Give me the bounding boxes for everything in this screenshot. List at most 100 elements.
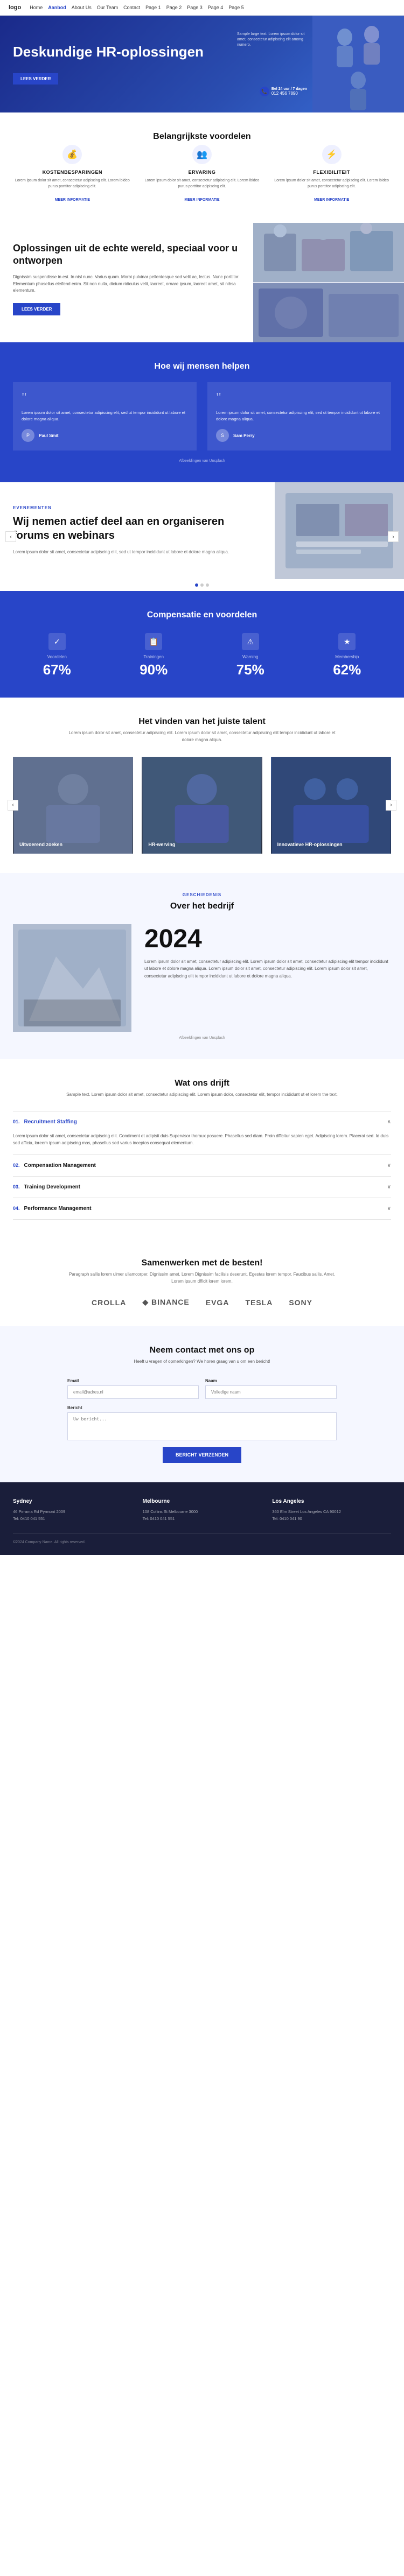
forums-dot-2[interactable]: [206, 583, 209, 587]
company-label: GESCHIEDENIS: [13, 892, 391, 897]
author-name-1: Sam Perry: [233, 433, 255, 438]
email-input[interactable]: [67, 1385, 199, 1399]
accordion-chevron-2: ∨: [387, 1184, 391, 1190]
accordion-item-2: 03. Training Development ∨: [13, 1176, 391, 1198]
talent-card-label-1: HR-werving: [148, 842, 255, 847]
footer: Sydney 46 Pirrama Rd Pyrmont 2009 Tel: 0…: [0, 1482, 404, 1555]
footer-grid: Sydney 46 Pirrama Rd Pyrmont 2009 Tel: 0…: [13, 1498, 391, 1523]
contact-form: Email Naam Bericht BERICHT VERZENDEN: [67, 1378, 337, 1463]
testimonial-footer: Afbeeldingen van Unsplash: [13, 459, 391, 463]
accordion-header-0[interactable]: 01. Recruitment Staffing ∧: [13, 1111, 391, 1132]
benefit-icon-1: 👥: [192, 145, 212, 164]
nav-page3[interactable]: Page 3: [187, 5, 203, 10]
comp-value-1: 90%: [110, 661, 198, 678]
talent-slider: ‹ Uitvoerend zoeken: [13, 757, 391, 854]
real-world-btn[interactable]: LEES VERDER: [13, 303, 60, 315]
benefit-title-1: ERVARING: [143, 170, 262, 175]
nav-home[interactable]: Home: [30, 5, 43, 10]
contact-section: Neem contact met ons op Heeft u vragen o…: [0, 1326, 404, 1482]
forums-dot-1[interactable]: [200, 583, 204, 587]
partner-logo-1: ◆ BINANCE: [142, 1298, 189, 1307]
talent-section: Het vinden van het juiste talent Lorem i…: [0, 698, 404, 873]
talent-prev-btn[interactable]: ‹: [8, 800, 18, 811]
real-world-images: [253, 223, 404, 342]
forums-desc: Lorem ipsum dolor sit amet, consectetur …: [13, 549, 262, 556]
benefit-link-1[interactable]: MEER INFORMATIE: [184, 198, 219, 202]
real-world-desc: Dignissim suspendisse in est. In nisl nu…: [13, 274, 240, 294]
benefits-title: Belangrijkste voordelen: [13, 132, 391, 142]
accordion-header-3[interactable]: 04. Performance Management ∨: [13, 1198, 391, 1219]
benefit-desc-0: Lorem ipsum dolor sit amet, consectetur …: [13, 178, 132, 189]
company-content: 2024 Lorem ipsum dolor sit amet, consect…: [144, 924, 391, 1032]
benefits-section: Belangrijkste voordelen 💰 KOSTENBESPARIN…: [0, 112, 404, 223]
navbar: logo Home Aanbod About Us Our Team Conta…: [0, 0, 404, 16]
benefit-icon-0: 💰: [62, 145, 82, 164]
nav-about[interactable]: About Us: [72, 5, 92, 10]
accordion-header-1[interactable]: 02. Compensation Management ∨: [13, 1155, 391, 1176]
accordion-chevron-3: ∨: [387, 1206, 391, 1212]
partners-logos: CROLLA ◆ BINANCE EVGA TESLA SONY: [13, 1298, 391, 1307]
nav-page4[interactable]: Page 4: [208, 5, 224, 10]
talent-next-btn[interactable]: ›: [386, 800, 396, 811]
company-inner: 2024 Lorem ipsum dolor sit amet, consect…: [13, 924, 391, 1032]
talent-card-1: HR-werving: [142, 757, 262, 854]
accordion-body-0: Lorem ipsum dolor sit amet, consectetur …: [13, 1132, 391, 1155]
footer-addr-2: 360 Elm Street Los Angeles CA 90012 Tel:…: [272, 1509, 391, 1523]
forums-dots: [0, 579, 404, 591]
partner-logo-3: TESLA: [245, 1298, 273, 1307]
forums-section: ‹ EVENEMENTEN Wij nemen actief deel aan …: [0, 482, 404, 591]
comp-label-2: Warning: [206, 654, 295, 659]
contact-submit-btn[interactable]: BERICHT VERZENDEN: [163, 1447, 241, 1463]
nav-team[interactable]: Our Team: [97, 5, 118, 10]
hero-cta-button[interactable]: LEES VERDER: [13, 73, 58, 85]
author-avatar-0: P: [22, 429, 34, 442]
testimonial-0: " Lorem ipsum dolor sit amet, consectetu…: [13, 382, 197, 451]
benefits-grid: 💰 KOSTENBESPARINGEN Lorem ipsum dolor si…: [13, 145, 391, 203]
accordion-title-2: Training Development: [24, 1184, 387, 1190]
comp-value-2: 75%: [206, 661, 295, 678]
talent-grid: Uitvoerend zoeken HR-werving: [13, 757, 391, 854]
accordion: 01. Recruitment Staffing ∧ Lorem ipsum d…: [13, 1111, 391, 1220]
comp-item-2: ⚠ Warning 75%: [206, 633, 295, 678]
company-title: Over het bedrijf: [13, 902, 391, 911]
accordion-chevron-0: ∧: [387, 1119, 391, 1125]
email-group: Email: [67, 1378, 199, 1399]
forums-prev-btn[interactable]: ‹: [5, 531, 16, 542]
message-input[interactable]: [67, 1412, 337, 1440]
nav-page1[interactable]: Page 1: [145, 5, 161, 10]
compensation-grid: ✓ Voordelen 67% 📋 Trainingen 90% ⚠ Warni…: [13, 633, 391, 678]
talent-card-title-2: Innovatieve HR-oplossingen: [277, 842, 385, 847]
comp-icon-1: 📋: [145, 633, 162, 650]
contact-subtitle: Heeft u vragen of opmerkingen? We horen …: [13, 1359, 391, 1366]
comp-item-1: 📋 Trainingen 90%: [110, 633, 198, 678]
accordion-title-3: Performance Management: [24, 1206, 387, 1212]
nav-aanbod[interactable]: Aanbod: [48, 5, 66, 10]
nav-contact[interactable]: Contact: [123, 5, 140, 10]
partners-desc: Paragraph sallis lorem ulmer ullamcorper…: [67, 1271, 337, 1285]
contact-form-row-1: Email Naam: [67, 1378, 337, 1399]
talent-card-0: Uitvoerend zoeken: [13, 757, 133, 854]
benefit-link-2[interactable]: MEER INFORMATIE: [314, 198, 349, 202]
company-section: GESCHIEDENIS Over het bedrijf 2024 Lorem…: [0, 873, 404, 1059]
company-desc: Lorem ipsum dolor sit amet, consectetur …: [144, 958, 391, 980]
accordion-header-2[interactable]: 03. Training Development ∨: [13, 1177, 391, 1198]
real-world-content: Oplossingen uit de echte wereld, speciaa…: [0, 223, 253, 342]
accordion-chevron-1: ∨: [387, 1163, 391, 1169]
benefit-desc-1: Lorem ipsum dolor sit amet, consectetur …: [143, 178, 262, 189]
real-world-title: Oplossingen uit de echte wereld, speciaa…: [13, 242, 240, 268]
accordion-item-1: 02. Compensation Management ∨: [13, 1155, 391, 1176]
nav-page5[interactable]: Page 5: [228, 5, 244, 10]
testimonial-text-0: Lorem ipsum dolor sit amet, consectetur …: [22, 410, 188, 423]
hero-text-block: Deskundige HR-oplossingen LEES VERDER: [13, 44, 391, 85]
name-input[interactable]: [205, 1385, 337, 1399]
accordion-num-3: 04.: [13, 1206, 20, 1211]
nav-page2[interactable]: Page 2: [166, 5, 182, 10]
benefit-item-2: ⚡ FLEXIBILITEIT Lorem ipsum dolor sit am…: [272, 145, 391, 203]
benefit-link-0[interactable]: MEER INFORMATIE: [55, 198, 90, 202]
talent-card-title-1: HR-werving: [148, 842, 255, 847]
quote-icon-1: ": [216, 391, 382, 405]
forums-dot-0[interactable]: [195, 583, 198, 587]
footer-col-0: Sydney 46 Pirrama Rd Pyrmont 2009 Tel: 0…: [13, 1498, 132, 1523]
benefit-item-1: 👥 ERVARING Lorem ipsum dolor sit amet, c…: [143, 145, 262, 203]
forums-next-btn[interactable]: ›: [388, 531, 399, 542]
